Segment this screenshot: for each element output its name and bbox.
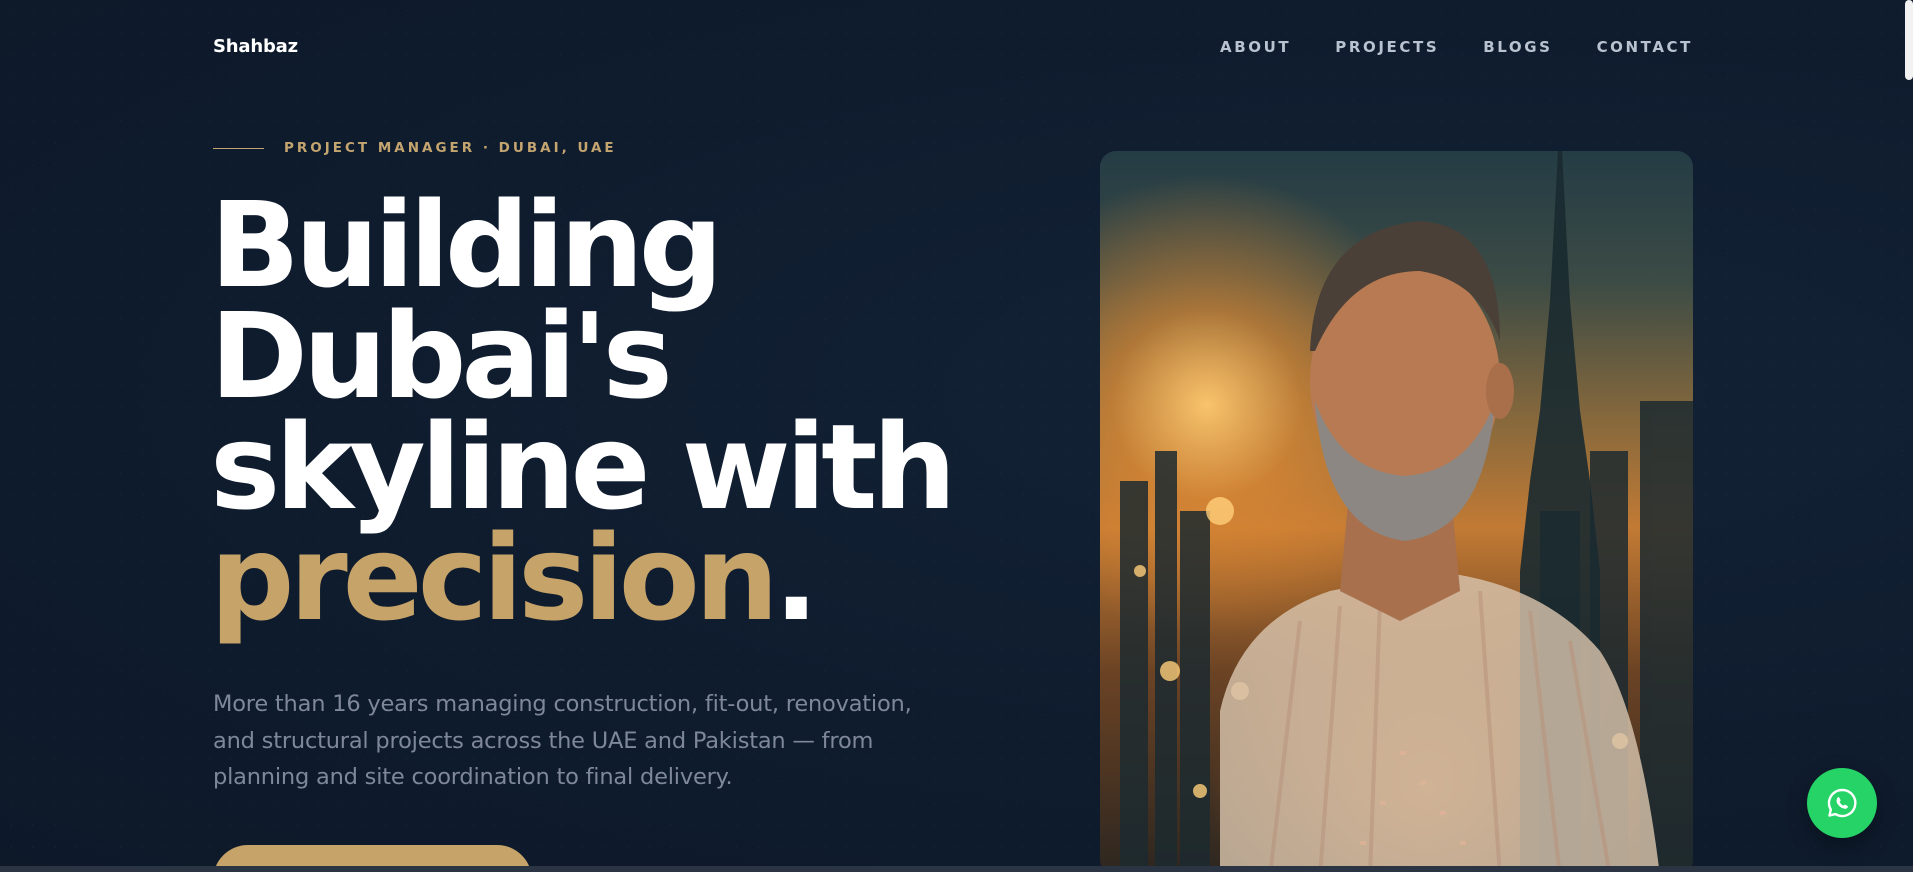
- bottom-edge-bar: [0, 866, 1913, 872]
- nav-link-contact[interactable]: CONTACT: [1597, 38, 1693, 56]
- headline-line-1: Building: [210, 176, 723, 314]
- nav-link-blogs[interactable]: BLOGS: [1483, 38, 1552, 56]
- whatsapp-icon: [1827, 788, 1857, 818]
- headline-accent-word: precision: [210, 509, 779, 647]
- portrait-illustration: [1120, 151, 1693, 872]
- headline-line-3: skyline with: [210, 398, 957, 536]
- hero-eyebrow: PROJECT MANAGER · DUBAI, UAE: [213, 140, 617, 156]
- nav-link-about[interactable]: ABOUT: [1220, 38, 1291, 56]
- eyebrow-text: PROJECT MANAGER · DUBAI, UAE: [284, 140, 617, 156]
- hero-headline: Building Dubai's skyline with precision.: [210, 176, 957, 637]
- nav-link-projects[interactable]: PROJECTS: [1335, 38, 1439, 56]
- logo-link[interactable]: Shahbaz: [213, 36, 298, 57]
- main-menu: ABOUT PROJECTS BLOGS CONTACT: [1220, 38, 1693, 56]
- hero-lead-paragraph: More than 16 years managing construction…: [213, 691, 912, 790]
- hero-portrait: [1100, 151, 1693, 872]
- whatsapp-chat-button[interactable]: [1807, 768, 1877, 838]
- eyebrow-rule: [213, 147, 264, 149]
- page-scrollbar[interactable]: [1905, 0, 1913, 80]
- headline-line-2: Dubai's: [210, 287, 673, 425]
- headline-period: .: [773, 509, 819, 647]
- headline-line-4: precision.: [210, 519, 952, 637]
- top-navigation: Shahbaz ABOUT PROJECTS BLOGS CONTACT: [0, 0, 1913, 96]
